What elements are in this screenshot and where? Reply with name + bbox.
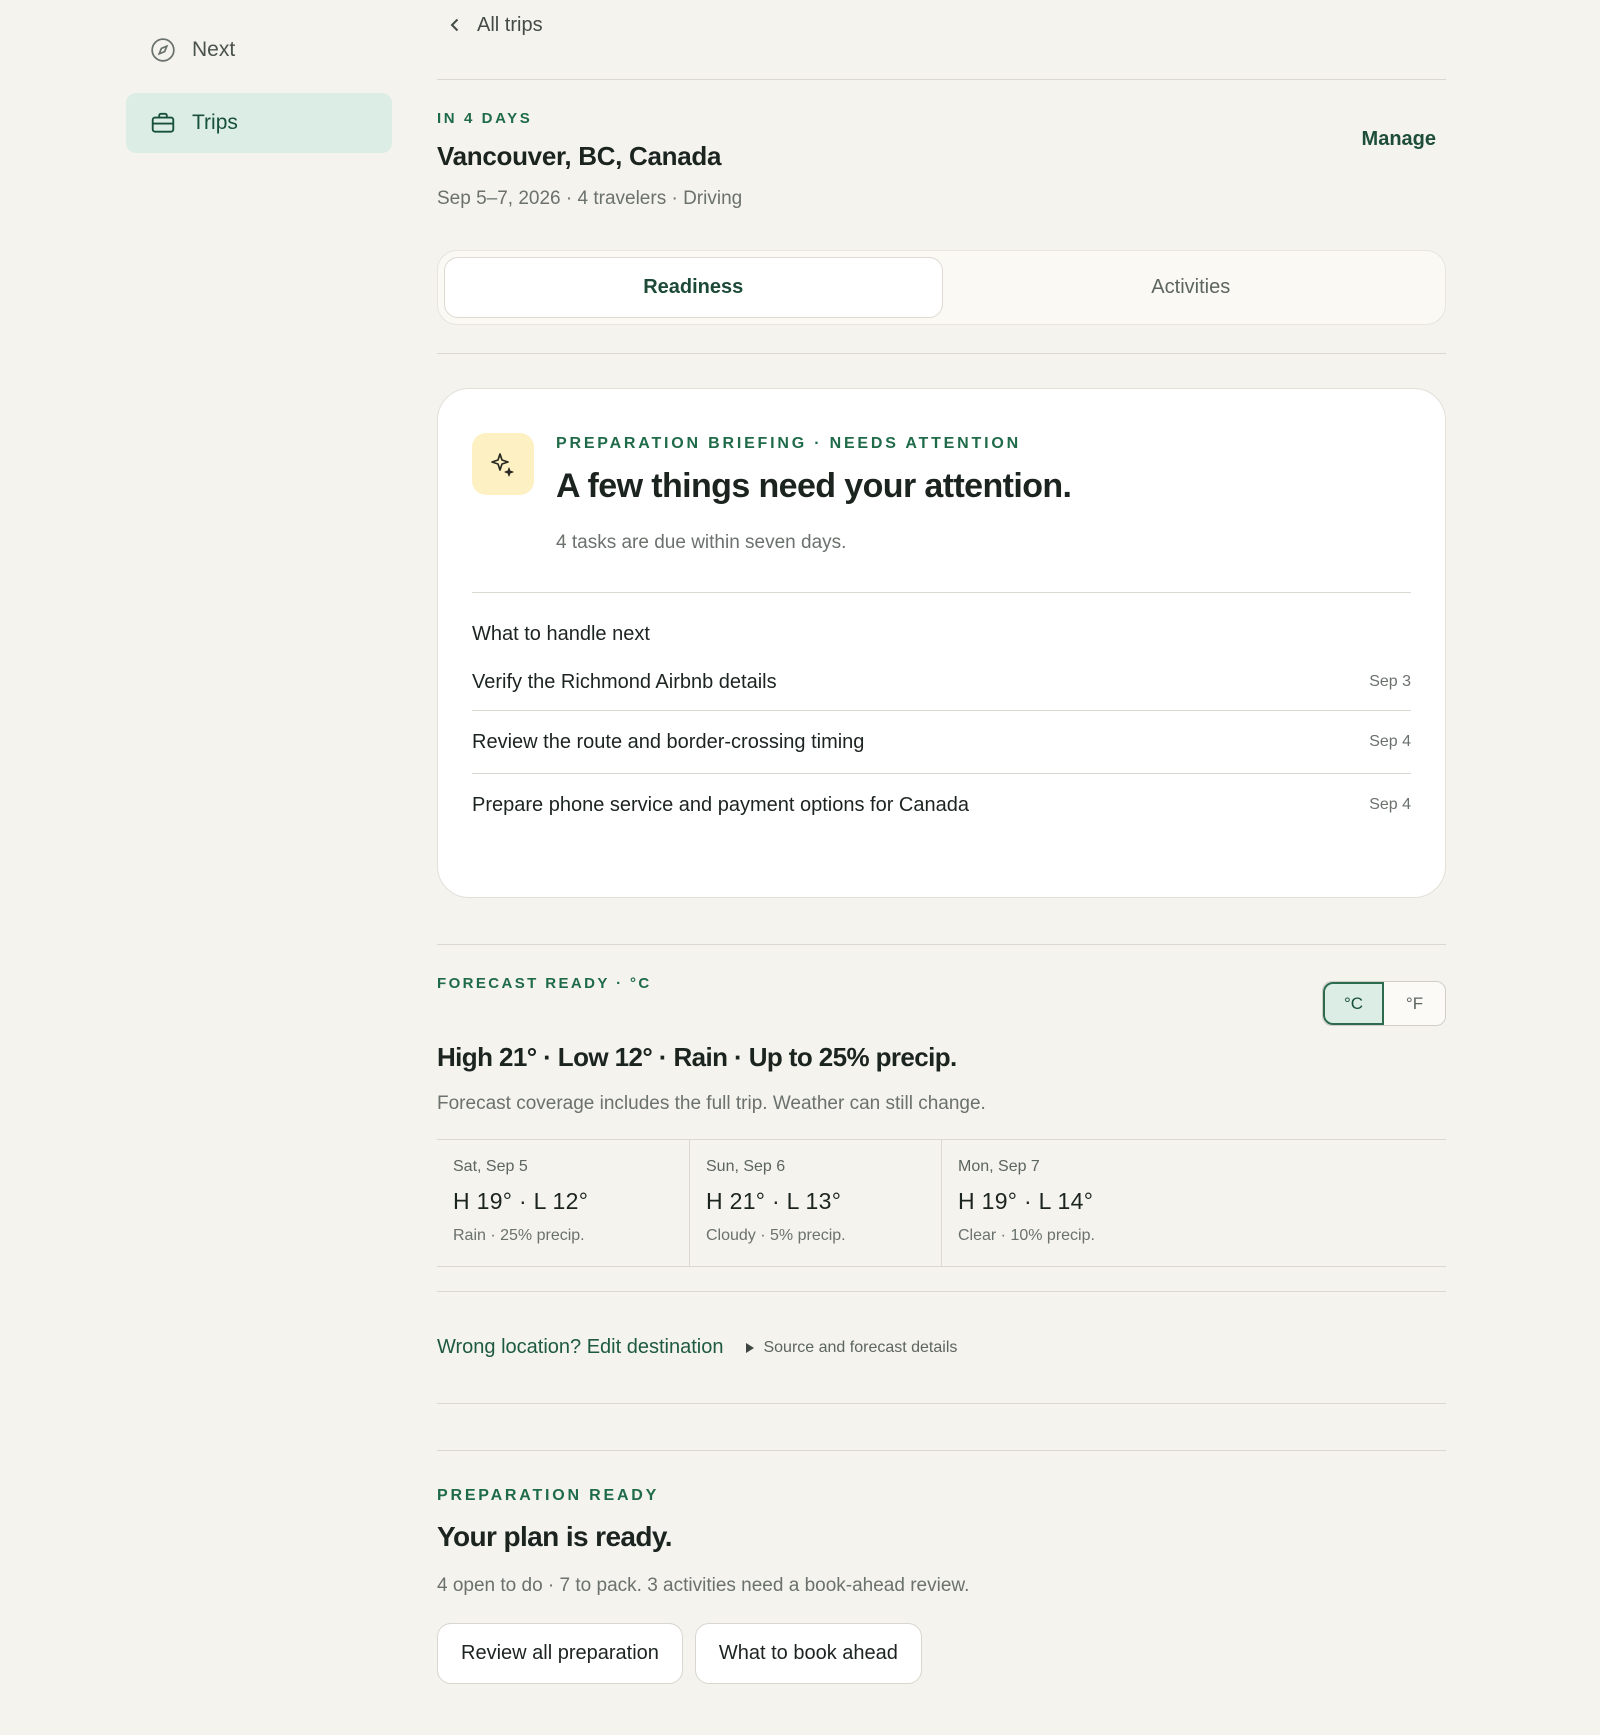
preparation-actions: Review all preparation What to book ahea… — [437, 1623, 1446, 1684]
day-condition: Clear · 10% precip. — [958, 1227, 1095, 1244]
next-tasks-heading: What to handle next — [472, 623, 650, 645]
preparation-title: Your plan is ready. — [437, 1521, 673, 1552]
task-row[interactable]: Prepare phone service and payment option… — [472, 773, 1411, 836]
forecast-day: Sat, Sep 5 H 19° · L 12° Rain · 25% prec… — [437, 1140, 689, 1266]
edit-destination-link[interactable]: Wrong location? Edit destination — [437, 1336, 723, 1359]
unit-celsius-button[interactable]: °C — [1323, 982, 1384, 1025]
back-to-all-trips-link[interactable]: All trips — [437, 0, 1446, 50]
briefing-subtitle: 4 tasks are due within seven days. — [556, 532, 847, 553]
task-label: Verify the Richmond Airbnb details — [472, 670, 777, 693]
task-label: Prepare phone service and payment option… — [472, 793, 969, 816]
day-temperature: H 19° · L 12° — [453, 1188, 589, 1214]
preparation-section: PREPARATION READY Your plan is ready. 4 … — [437, 1450, 1446, 1684]
compass-icon — [151, 38, 175, 62]
task-row[interactable]: Verify the Richmond Airbnb details Sep 3 — [472, 654, 1411, 710]
back-link-label: All trips — [477, 13, 543, 36]
divider — [437, 353, 1446, 354]
review-all-preparation-button[interactable]: Review all preparation — [437, 1623, 683, 1684]
triangle-right-icon — [746, 1342, 755, 1353]
sparkle-icon — [491, 453, 514, 477]
forecast-eyebrow: FORECAST READY · °C — [437, 975, 652, 992]
forecast-details-toggle[interactable]: Source and forecast details — [745, 1339, 957, 1357]
forecast-day: Mon, Sep 7 H 19° · L 14° Clear · 10% pre… — [941, 1140, 1193, 1266]
briefcase-icon — [151, 112, 175, 133]
day-condition: Rain · 25% precip. — [453, 1227, 585, 1244]
briefing-eyebrow: PREPARATION BRIEFING · NEEDS ATTENTION — [556, 435, 1021, 452]
briefing-header: PREPARATION BRIEFING · NEEDS ATTENTION A… — [472, 433, 1411, 554]
task-due-date: Sep 4 — [1369, 796, 1411, 813]
task-row[interactable]: Review the route and border-crossing tim… — [472, 710, 1411, 773]
trip-tabs: Readiness Activities — [437, 250, 1446, 325]
trip-title: Vancouver, BC, Canada — [437, 141, 722, 171]
forecast-summary: High 21° · Low 12° · Rain · Up to 25% pr… — [437, 1042, 957, 1072]
day-name: Mon, Sep 7 — [958, 1158, 1040, 1175]
forecast-day: Sun, Sep 6 H 21° · L 13° Cloudy · 5% pre… — [689, 1140, 941, 1266]
day-name: Sat, Sep 5 — [453, 1158, 528, 1175]
preparation-briefing-card: PREPARATION BRIEFING · NEEDS ATTENTION A… — [437, 388, 1446, 898]
task-due-date: Sep 3 — [1369, 673, 1411, 690]
preparation-subtitle: 4 open to do · 7 to pack. 3 activities n… — [437, 1575, 970, 1596]
sidebar-item-label: Trips — [192, 111, 238, 134]
task-label: Review the route and border-crossing tim… — [472, 730, 865, 753]
trip-header: IN 4 DAYS Vancouver, BC, Canada Sep 5–7,… — [437, 80, 1446, 250]
sidebar-item-label: Next — [192, 38, 236, 61]
task-list: Verify the Richmond Airbnb details Sep 3… — [472, 654, 1411, 836]
sparkle-badge — [472, 433, 534, 495]
briefing-text: PREPARATION BRIEFING · NEEDS ATTENTION A… — [556, 433, 1072, 554]
forecast-note: Forecast coverage includes the full trip… — [437, 1093, 986, 1114]
chevron-left-icon — [450, 18, 459, 32]
sidebar-item-trips[interactable]: Trips — [126, 93, 392, 153]
trip-countdown: IN 4 DAYS — [437, 110, 533, 127]
sidebar: Next Trips — [126, 20, 392, 166]
task-due-date: Sep 4 — [1369, 733, 1411, 750]
day-temperature: H 19° · L 14° — [958, 1188, 1094, 1214]
briefing-title: A few things need your attention. — [556, 467, 1072, 505]
preparation-eyebrow: PREPARATION READY — [437, 1487, 660, 1504]
unit-fahrenheit-button[interactable]: °F — [1384, 982, 1445, 1025]
forecast-days: Sat, Sep 5 H 19° · L 12° Rain · 25% prec… — [437, 1139, 1446, 1267]
details-toggle-label: Source and forecast details — [763, 1338, 958, 1356]
forecast-section: FORECAST READY · °C °C °F High 21° · Low… — [437, 945, 1446, 1404]
sidebar-item-next[interactable]: Next — [126, 20, 392, 80]
manage-button[interactable]: Manage — [1362, 128, 1436, 151]
day-condition: Cloudy · 5% precip. — [706, 1227, 846, 1244]
forecast-links: Wrong location? Edit destination Source … — [437, 1291, 1446, 1404]
day-temperature: H 21° · L 13° — [706, 1188, 842, 1214]
divider — [472, 592, 1411, 593]
main-content: All trips IN 4 DAYS Vancouver, BC, Canad… — [437, 0, 1446, 1684]
tab-activities[interactable]: Activities — [943, 257, 1440, 318]
day-name: Sun, Sep 6 — [706, 1158, 786, 1175]
what-to-book-ahead-button[interactable]: What to book ahead — [694, 1623, 922, 1684]
temperature-unit-toggle: °C °F — [1322, 981, 1446, 1026]
tab-readiness[interactable]: Readiness — [444, 257, 943, 318]
trip-meta: Sep 5–7, 2026 · 4 travelers · Driving — [437, 188, 743, 209]
